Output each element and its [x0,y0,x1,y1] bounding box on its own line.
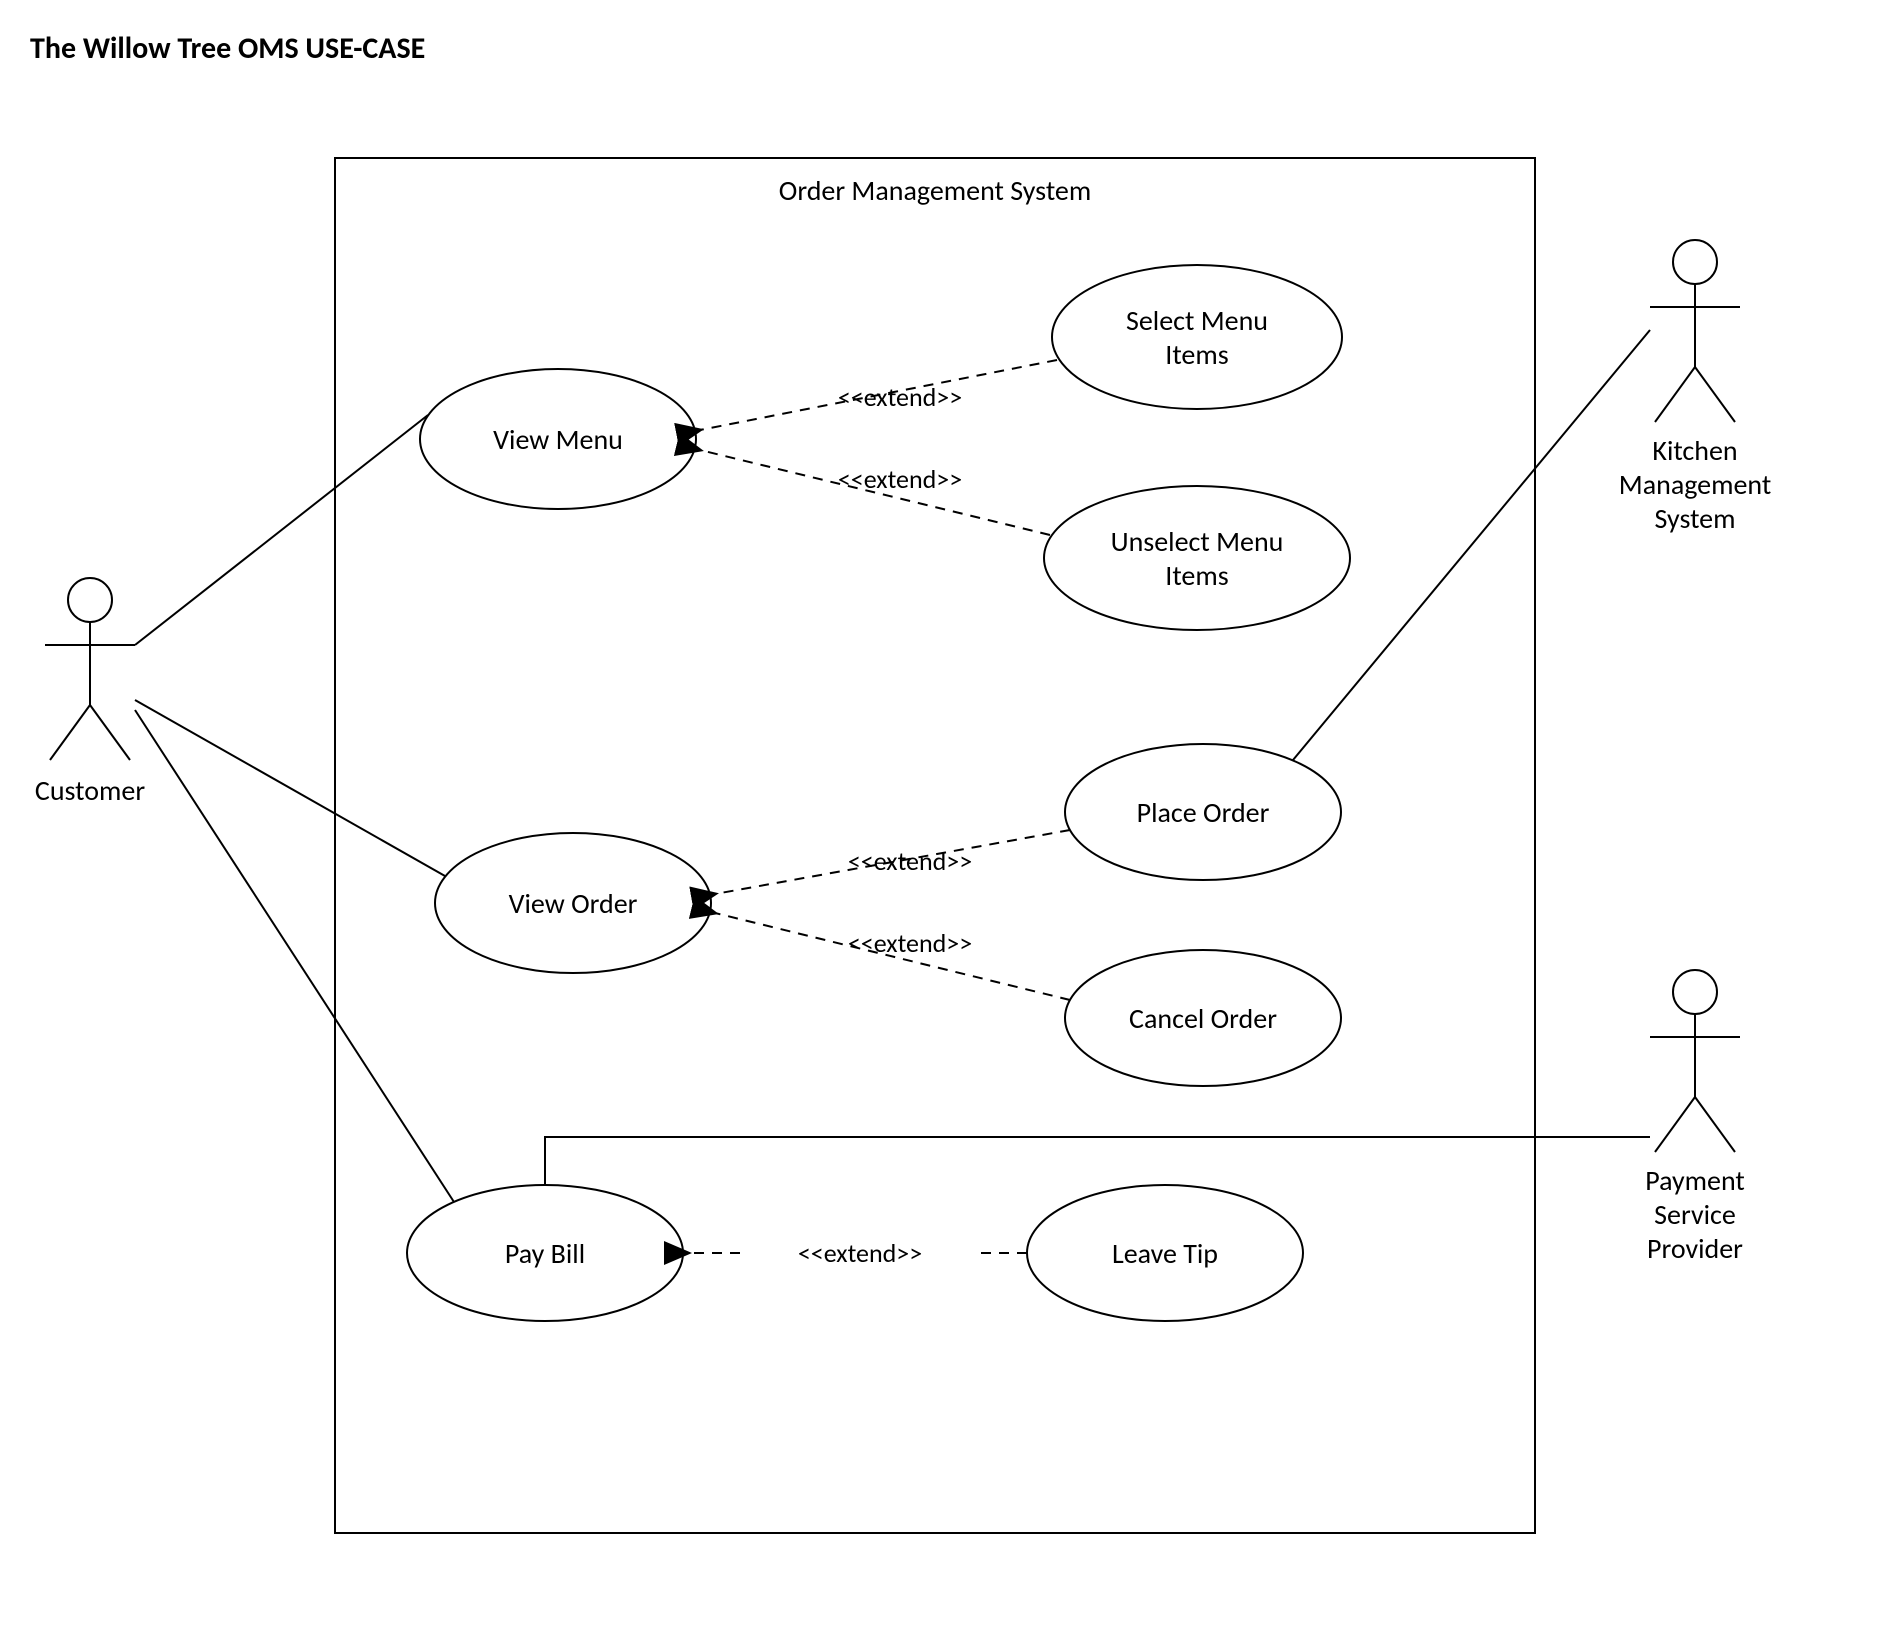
svg-text:Unselect Menu: Unselect Menu [1111,524,1284,559]
system-boundary-label: Order Management System [779,173,1091,208]
actor-psp-label-3: Provider [1647,1231,1743,1266]
svg-text:Items: Items [1165,337,1228,372]
actor-kms-label-2: Management [1619,467,1771,502]
usecase-select-menu-items: Select Menu Items [1052,265,1342,409]
actor-kms-label-3: System [1655,501,1736,536]
usecase-view-menu: View Menu [420,369,696,509]
assoc-customer-vieworder [135,700,445,876]
actor-psp-label-1: Payment [1645,1163,1745,1198]
svg-text:Place Order: Place Order [1137,795,1270,830]
assoc-psp-paybill [545,1137,1650,1185]
actor-kms [1650,240,1740,422]
extend-cancelorder-vieworder-label: <<extend>> [848,927,972,959]
usecase-leave-tip: Leave Tip [1027,1185,1303,1321]
usecase-view-order: View Order [435,833,711,973]
extend-leavetip-paybill-label: <<extend>> [798,1237,922,1269]
actor-psp [1650,970,1740,1152]
extend-placeorder-vieworder-label: <<extend>> [848,845,972,877]
actor-customer [45,578,135,760]
use-case-diagram: Order Management System View Menu Select… [0,0,1890,1650]
svg-text:Items: Items [1165,558,1228,593]
svg-text:Pay Bill: Pay Bill [505,1236,585,1271]
svg-text:Leave Tip: Leave Tip [1112,1236,1218,1271]
usecase-unselect-menu-items: Unselect Menu Items [1044,486,1350,630]
actor-psp-label-2: Service [1654,1197,1736,1232]
actor-kms-label-1: Kitchen [1652,433,1737,468]
svg-text:Select Menu: Select Menu [1126,303,1268,338]
assoc-customer-paybill [135,710,454,1202]
svg-text:Cancel Order: Cancel Order [1129,1001,1277,1036]
svg-text:View Order: View Order [509,886,638,921]
usecase-place-order: Place Order [1065,744,1341,880]
actor-customer-label: Customer [35,773,145,808]
assoc-customer-viewmenu [135,415,428,645]
usecase-cancel-order: Cancel Order [1065,950,1341,1086]
extend-unselectmenu-viewmenu-label: <<extend>> [838,463,962,495]
extend-selectmenu-viewmenu-label: <<extend>> [838,381,962,413]
svg-text:View Menu: View Menu [493,422,623,457]
usecase-pay-bill: Pay Bill [407,1185,683,1321]
